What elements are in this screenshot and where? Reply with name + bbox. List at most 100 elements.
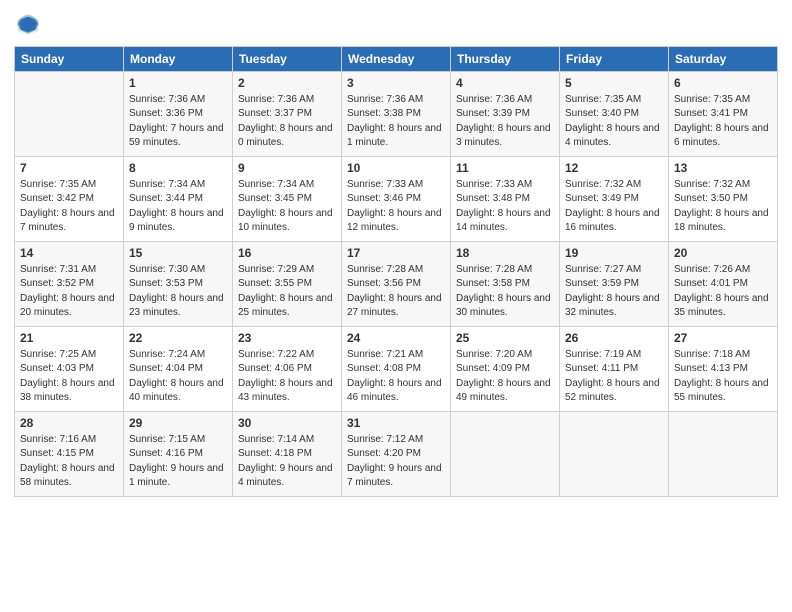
day-number: 24 <box>347 330 445 346</box>
week-row-1: 1Sunrise: 7:36 AM Sunset: 3:36 PM Daylig… <box>15 72 778 157</box>
calendar-cell: 14 Sunrise: 7:31 AM Sunset: 3:52 PM Dayli… <box>15 242 124 327</box>
day-number: 14 <box>20 245 118 261</box>
day-number: 31 <box>347 415 445 431</box>
calendar-cell: 15Sunrise: 7:30 AM Sunset: 3:53 PM Dayli… <box>124 242 233 327</box>
cell-info: Sunrise: 7:28 AM Sunset: 3:58 PM Dayligh… <box>456 264 551 318</box>
day-number: 20 <box>674 245 772 261</box>
cell-info: Sunrise: 7:25 AM Sunset: 4:03 PM Dayligh… <box>20 349 115 403</box>
cell-info: Sunrise: 7:22 AM Sunset: 4:06 PM Dayligh… <box>238 349 333 403</box>
cell-info: Sunrise: 7:33 AM Sunset: 3:46 PM Dayligh… <box>347 179 442 233</box>
day-number: 1 <box>129 75 227 91</box>
cell-info: Sunrise: 7:16 AM Sunset: 4:15 PM Dayligh… <box>20 434 115 488</box>
day-number: 17 <box>347 245 445 261</box>
cell-info: Sunrise: 7:24 AM Sunset: 4:04 PM Dayligh… <box>129 349 224 403</box>
cell-info: Sunrise: 7:26 AM Sunset: 4:01 PM Dayligh… <box>674 264 769 318</box>
calendar-cell: 22 Sunrise: 7:24 AM Sunset: 4:04 PM Dayli… <box>124 327 233 412</box>
week-row-5: 28 Sunrise: 7:16 AM Sunset: 4:15 PM Dayli… <box>15 412 778 497</box>
cell-info: Sunrise: 7:33 AM Sunset: 3:48 PM Dayligh… <box>456 179 551 233</box>
cell-info: Sunrise: 7:28 AM Sunset: 3:56 PM Dayligh… <box>347 264 442 318</box>
day-number: 10 <box>347 160 445 176</box>
calendar-cell: 17 Sunrise: 7:28 AM Sunset: 3:56 PM Dayli… <box>342 242 451 327</box>
calendar-cell: 25 Sunrise: 7:20 AM Sunset: 4:09 PM Dayli… <box>451 327 560 412</box>
header-day-tuesday: Tuesday <box>233 47 342 72</box>
calendar-cell: 19Sunrise: 7:27 AM Sunset: 3:59 PM Dayli… <box>560 242 669 327</box>
cell-info: Sunrise: 7:31 AM Sunset: 3:52 PM Dayligh… <box>20 264 115 318</box>
calendar-cell: 28 Sunrise: 7:16 AM Sunset: 4:15 PM Dayli… <box>15 412 124 497</box>
calendar-cell: 4 Sunrise: 7:36 AM Sunset: 3:39 PM Daylig… <box>451 72 560 157</box>
day-number: 8 <box>129 160 227 176</box>
header-day-saturday: Saturday <box>669 47 778 72</box>
calendar-cell: 12 Sunrise: 7:32 AM Sunset: 3:49 PM Dayli… <box>560 157 669 242</box>
day-number: 27 <box>674 330 772 346</box>
page: SundayMondayTuesdayWednesdayThursdayFrid… <box>0 0 792 612</box>
day-number: 6 <box>674 75 772 91</box>
calendar-cell: 3 Sunrise: 7:36 AM Sunset: 3:38 PM Daylig… <box>342 72 451 157</box>
cell-info: Sunrise: 7:32 AM Sunset: 3:49 PM Dayligh… <box>565 179 660 233</box>
day-number: 13 <box>674 160 772 176</box>
calendar-cell <box>451 412 560 497</box>
calendar-cell: 18 Sunrise: 7:28 AM Sunset: 3:58 PM Dayli… <box>451 242 560 327</box>
day-number: 2 <box>238 75 336 91</box>
calendar-cell: 30 Sunrise: 7:14 AM Sunset: 4:18 PM Dayli… <box>233 412 342 497</box>
cell-info: Sunrise: 7:18 AM Sunset: 4:13 PM Dayligh… <box>674 349 769 403</box>
cell-info: Sunrise: 7:14 AM Sunset: 4:18 PM Dayligh… <box>238 434 333 488</box>
cell-info: Sunrise: 7:15 AM Sunset: 4:16 PM Dayligh… <box>129 434 224 488</box>
cell-info: Sunrise: 7:36 AM Sunset: 3:38 PM Dayligh… <box>347 94 442 148</box>
calendar-cell: 7 Sunrise: 7:35 AM Sunset: 3:42 PM Daylig… <box>15 157 124 242</box>
day-number: 22 <box>129 330 227 346</box>
cell-info: Sunrise: 7:35 AM Sunset: 3:40 PM Dayligh… <box>565 94 660 148</box>
day-number: 7 <box>20 160 118 176</box>
calendar-cell <box>560 412 669 497</box>
logo <box>14 10 44 38</box>
day-number: 12 <box>565 160 663 176</box>
calendar-table: SundayMondayTuesdayWednesdayThursdayFrid… <box>14 46 778 497</box>
day-number: 30 <box>238 415 336 431</box>
day-number: 19 <box>565 245 663 261</box>
calendar-cell: 20 Sunrise: 7:26 AM Sunset: 4:01 PM Dayli… <box>669 242 778 327</box>
day-number: 16 <box>238 245 336 261</box>
calendar-cell <box>15 72 124 157</box>
calendar-cell: 27 Sunrise: 7:18 AM Sunset: 4:13 PM Dayli… <box>669 327 778 412</box>
cell-info: Sunrise: 7:36 AM Sunset: 3:39 PM Dayligh… <box>456 94 551 148</box>
calendar-cell: 11 Sunrise: 7:33 AM Sunset: 3:48 PM Dayli… <box>451 157 560 242</box>
cell-info: Sunrise: 7:35 AM Sunset: 3:41 PM Dayligh… <box>674 94 769 148</box>
cell-info: Sunrise: 7:21 AM Sunset: 4:08 PM Dayligh… <box>347 349 442 403</box>
calendar-cell: 24 Sunrise: 7:21 AM Sunset: 4:08 PM Dayli… <box>342 327 451 412</box>
logo-icon <box>14 10 42 38</box>
day-number: 26 <box>565 330 663 346</box>
calendar-cell: 21 Sunrise: 7:25 AM Sunset: 4:03 PM Dayli… <box>15 327 124 412</box>
calendar-cell: 29 Sunrise: 7:15 AM Sunset: 4:16 PM Dayli… <box>124 412 233 497</box>
header <box>14 10 778 38</box>
day-number: 28 <box>20 415 118 431</box>
day-number: 3 <box>347 75 445 91</box>
header-day-friday: Friday <box>560 47 669 72</box>
cell-info: Sunrise: 7:36 AM Sunset: 3:37 PM Dayligh… <box>238 94 333 148</box>
day-number: 9 <box>238 160 336 176</box>
cell-info: Sunrise: 7:20 AM Sunset: 4:09 PM Dayligh… <box>456 349 551 403</box>
calendar-cell: 16Sunrise: 7:29 AM Sunset: 3:55 PM Dayli… <box>233 242 342 327</box>
day-number: 21 <box>20 330 118 346</box>
day-number: 11 <box>456 160 554 176</box>
calendar-cell: 5 Sunrise: 7:35 AM Sunset: 3:40 PM Daylig… <box>560 72 669 157</box>
day-number: 18 <box>456 245 554 261</box>
calendar-cell: 31 Sunrise: 7:12 AM Sunset: 4:20 PM Dayli… <box>342 412 451 497</box>
calendar-cell <box>669 412 778 497</box>
day-number: 29 <box>129 415 227 431</box>
week-row-2: 7 Sunrise: 7:35 AM Sunset: 3:42 PM Daylig… <box>15 157 778 242</box>
cell-info: Sunrise: 7:19 AM Sunset: 4:11 PM Dayligh… <box>565 349 660 403</box>
day-number: 15 <box>129 245 227 261</box>
day-number: 5 <box>565 75 663 91</box>
day-number: 4 <box>456 75 554 91</box>
header-day-monday: Monday <box>124 47 233 72</box>
calendar-cell: 8 Sunrise: 7:34 AM Sunset: 3:44 PM Daylig… <box>124 157 233 242</box>
header-day-thursday: Thursday <box>451 47 560 72</box>
week-row-4: 21 Sunrise: 7:25 AM Sunset: 4:03 PM Dayli… <box>15 327 778 412</box>
calendar-cell: 2 Sunrise: 7:36 AM Sunset: 3:37 PM Daylig… <box>233 72 342 157</box>
calendar-cell: 9Sunrise: 7:34 AM Sunset: 3:45 PM Daylig… <box>233 157 342 242</box>
calendar-cell: 1Sunrise: 7:36 AM Sunset: 3:36 PM Daylig… <box>124 72 233 157</box>
calendar-cell: 13Sunrise: 7:32 AM Sunset: 3:50 PM Dayli… <box>669 157 778 242</box>
cell-info: Sunrise: 7:35 AM Sunset: 3:42 PM Dayligh… <box>20 179 115 233</box>
cell-info: Sunrise: 7:12 AM Sunset: 4:20 PM Dayligh… <box>347 434 442 488</box>
day-number: 25 <box>456 330 554 346</box>
cell-info: Sunrise: 7:34 AM Sunset: 3:44 PM Dayligh… <box>129 179 224 233</box>
